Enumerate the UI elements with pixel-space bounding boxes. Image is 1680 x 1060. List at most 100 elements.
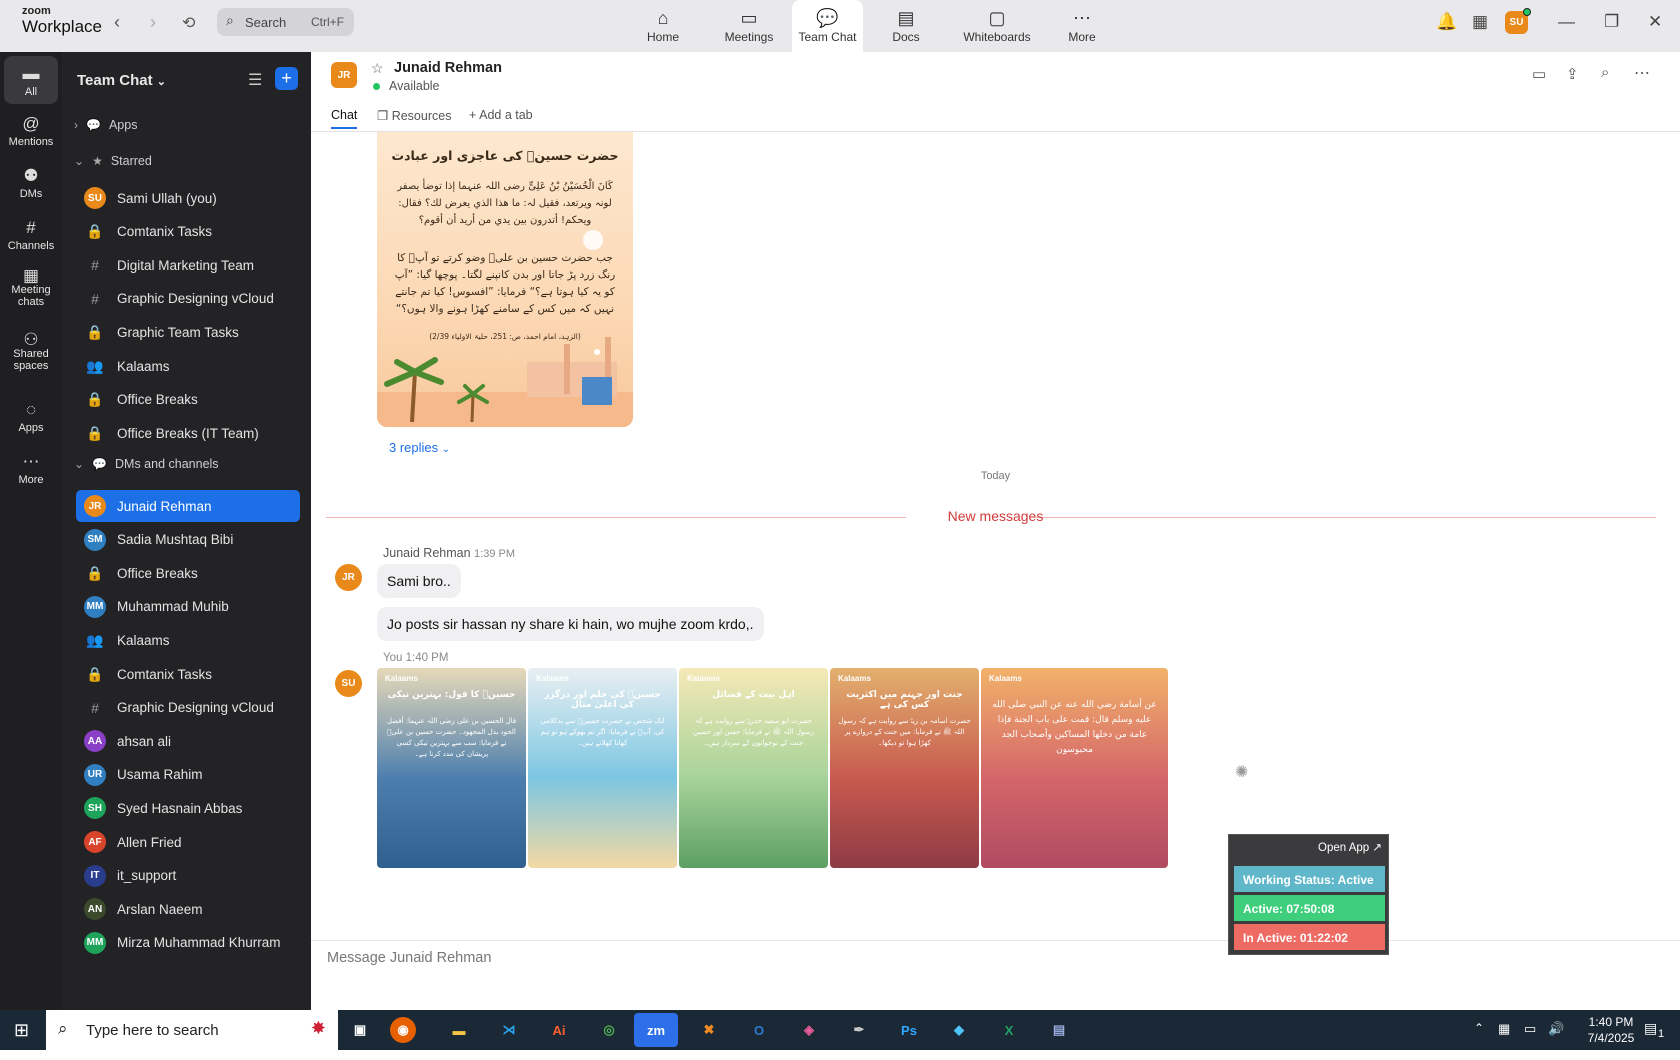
network-icon[interactable]: ▭ xyxy=(1524,1021,1536,1037)
volume-icon[interactable]: 🔊 xyxy=(1548,1021,1564,1037)
sidebar-item[interactable]: # Digital Marketing Team xyxy=(76,249,300,281)
tray-app-icon[interactable]: ▦ xyxy=(1498,1021,1510,1037)
post-thumbnail[interactable]: Kalaams حسینؓ کی حلم اور درگزر کی اعلیٰ م… xyxy=(528,668,677,868)
tray-chevron-icon[interactable]: ⌃ xyxy=(1474,1021,1484,1035)
sender-avatar[interactable]: JR xyxy=(335,564,362,591)
tab-add[interactable]: + Add a tab xyxy=(469,108,533,122)
rail-apps[interactable]: ◌ Apps xyxy=(4,400,58,434)
tab-whiteboards[interactable]: ▢ Whiteboards xyxy=(949,0,1045,52)
xampp-icon[interactable]: ✖ xyxy=(690,1015,728,1045)
filter-icon[interactable]: ☰ xyxy=(248,70,262,90)
post-thumbnail[interactable]: Kalaams اہل بیت کے فضائل حضرت ابو سعید خدر… xyxy=(679,668,828,868)
close-icon[interactable]: ✕ xyxy=(1648,12,1662,32)
sidebar-item[interactable]: IT it_support xyxy=(76,860,300,892)
minimize-icon[interactable]: — xyxy=(1558,12,1575,32)
search-box[interactable]: ⌕ Search Ctrl+F xyxy=(217,8,354,36)
message-input[interactable]: Message Junaid Rehman xyxy=(327,950,491,966)
sidebar-item[interactable]: # Graphic Designing vCloud xyxy=(76,283,300,315)
sidebar-item-label: Comtanix Tasks xyxy=(117,666,213,682)
notepad-icon[interactable]: ▤ xyxy=(1040,1015,1078,1045)
sidebar-title[interactable]: Team Chat ⌄ xyxy=(77,72,166,89)
tab-home[interactable]: ⌂ Home xyxy=(620,0,706,52)
sidebar-item-label: Muhammad Muhib xyxy=(117,599,229,615)
excel-icon[interactable]: X xyxy=(990,1015,1028,1045)
sidebar-item[interactable]: JR Junaid Rehman xyxy=(76,490,300,522)
windows-start-icon[interactable]: ⊞ xyxy=(14,1020,29,1041)
history-icon[interactable]: ⟲ xyxy=(182,13,195,33)
app-diamond-icon[interactable]: ◆ xyxy=(940,1015,978,1045)
replies-link[interactable]: 3 replies ⌄ xyxy=(389,440,450,455)
sidebar-item[interactable]: # Graphic Designing vCloud xyxy=(76,692,300,724)
sidebar-item[interactable]: 👥 Kalaams xyxy=(76,350,300,382)
sidebar-item[interactable]: AA ahsan ali xyxy=(76,725,300,757)
rail-shared-spaces[interactable]: ⚇ Shared spaces xyxy=(4,331,58,372)
file-explorer-icon[interactable]: ▬ xyxy=(440,1015,478,1045)
tab-more[interactable]: ⋯ More xyxy=(1045,0,1119,52)
my-avatar[interactable]: SU xyxy=(335,670,362,697)
new-chat-button[interactable]: + xyxy=(275,67,298,90)
starred-section[interactable]: ⌄ ★ Starred xyxy=(74,154,152,168)
sidebar-item[interactable]: SH Syed Hasnain Abbas xyxy=(76,792,300,824)
rail-dms[interactable]: ⚉ DMs xyxy=(4,166,58,200)
contact-name[interactable]: Junaid Rehman xyxy=(394,60,502,76)
sidebar-item[interactable]: 🔒 Office Breaks (IT Team) xyxy=(76,417,300,449)
pen-tool-icon[interactable]: ✒ xyxy=(840,1015,878,1045)
sidebar-item-label: Graphic Designing vCloud xyxy=(117,291,274,307)
vscode-icon[interactable]: ⋊ xyxy=(490,1015,528,1045)
sidebar-item[interactable]: UR Usama Rahim xyxy=(76,759,300,791)
post-thumbnail[interactable]: Kalaams عن أسامة رضي الله عنه عن النبي صل… xyxy=(981,668,1168,868)
sidebar-item[interactable]: 👥 Kalaams xyxy=(76,624,300,656)
sidebar-item[interactable]: AN Arslan Naeem xyxy=(76,893,300,925)
back-arrow-icon[interactable]: ‹ xyxy=(114,12,120,33)
sidebar-item[interactable]: SU Sami Ullah (you) xyxy=(76,182,300,214)
sidebar-item[interactable]: 🔒 Comtanix Tasks xyxy=(76,216,300,248)
sidebar-item[interactable]: 🔒 Office Breaks xyxy=(76,557,300,589)
creative-cloud-icon[interactable]: ◈ xyxy=(790,1015,828,1045)
rail-meeting-chats[interactable]: ▦ Meeting chats xyxy=(4,267,58,308)
rail-mentions[interactable]: @ Mentions xyxy=(4,114,58,148)
dms-section[interactable]: ⌄ 💬 DMs and channels xyxy=(74,457,219,471)
rail-more[interactable]: ⋯ More xyxy=(4,452,58,486)
notification-center-icon[interactable]: ▤ xyxy=(1644,1020,1657,1037)
post-thumbnail[interactable]: Kalaams جنت اور جہنم میں اکثریت کس کی ہے ح… xyxy=(830,668,979,868)
chrome-icon[interactable]: ◎ xyxy=(590,1015,628,1045)
task-view-icon[interactable]: ▣ xyxy=(341,1015,379,1045)
photoshop-icon[interactable]: Ps xyxy=(890,1015,928,1045)
contact-avatar[interactable]: JR xyxy=(331,62,357,88)
search-chat-icon[interactable]: ⌕ xyxy=(1601,64,1609,81)
video-call-icon[interactable]: ▭ xyxy=(1532,65,1546,83)
sidebar-item[interactable]: 🔒 Comtanix Tasks xyxy=(76,658,300,690)
zoom-taskbar-icon[interactable]: zm xyxy=(634,1013,678,1047)
star-outline-icon[interactable]: ☆ xyxy=(371,60,384,77)
shared-post-image[interactable]: حضرت حسینؓ کی عاجزی اور عبادت کَانَ الْح… xyxy=(377,132,633,427)
sidebar-item[interactable]: SM Sadia Mushtaq Bibi xyxy=(76,524,300,556)
post-thumbnail[interactable]: Kalaams حسینؓ کا قول: بہترین نیکی قال الحس… xyxy=(377,668,526,868)
rail-channels[interactable]: # Channels xyxy=(4,218,58,252)
message-bubble[interactable]: Jo posts sir hassan ny share ki hain, wo… xyxy=(377,607,764,641)
tab-docs[interactable]: ▤ Docs xyxy=(863,0,949,52)
tab-meetings[interactable]: ▭ Meetings xyxy=(706,0,792,52)
forward-arrow-icon[interactable]: › xyxy=(150,12,156,33)
sidebar-item[interactable]: MM Muhammad Muhib xyxy=(76,591,300,623)
sidebar-item[interactable]: AF Allen Fried xyxy=(76,826,300,858)
rail-all[interactable]: ▬ All xyxy=(4,56,58,104)
apps-section[interactable]: › 💬 Apps xyxy=(74,118,137,132)
tab-team-chat[interactable]: 💬 Team Chat xyxy=(792,0,863,52)
sidebar-item[interactable]: 🔒 Graphic Team Tasks xyxy=(76,316,300,348)
outlook-icon[interactable]: O xyxy=(740,1015,778,1045)
firefox-icon[interactable]: ◉ xyxy=(390,1017,416,1043)
taskbar-search[interactable]: ⌕ Type here to search ✸ xyxy=(46,1010,338,1050)
bell-icon[interactable]: 🔔 xyxy=(1436,12,1457,32)
open-app-link[interactable]: Open App ↗ xyxy=(1318,840,1382,854)
share-screen-icon[interactable]: ⇪ xyxy=(1566,65,1579,83)
tab-resources[interactable]: ❐ Resources xyxy=(377,108,451,123)
tab-chat[interactable]: Chat xyxy=(331,108,358,129)
calendar-icon[interactable]: ▦ xyxy=(1472,12,1488,32)
illustrator-icon[interactable]: Ai xyxy=(540,1015,578,1045)
restore-icon[interactable]: ❐ xyxy=(1604,12,1619,32)
sidebar-item[interactable]: MM Mirza Muhammad Khurram xyxy=(76,927,300,959)
section-label: DMs and channels xyxy=(115,457,219,471)
sidebar-item[interactable]: 🔒 Office Breaks xyxy=(76,384,300,416)
message-bubble[interactable]: Sami bro.. xyxy=(377,564,461,598)
more-options-icon[interactable]: ⋯ xyxy=(1634,63,1650,83)
